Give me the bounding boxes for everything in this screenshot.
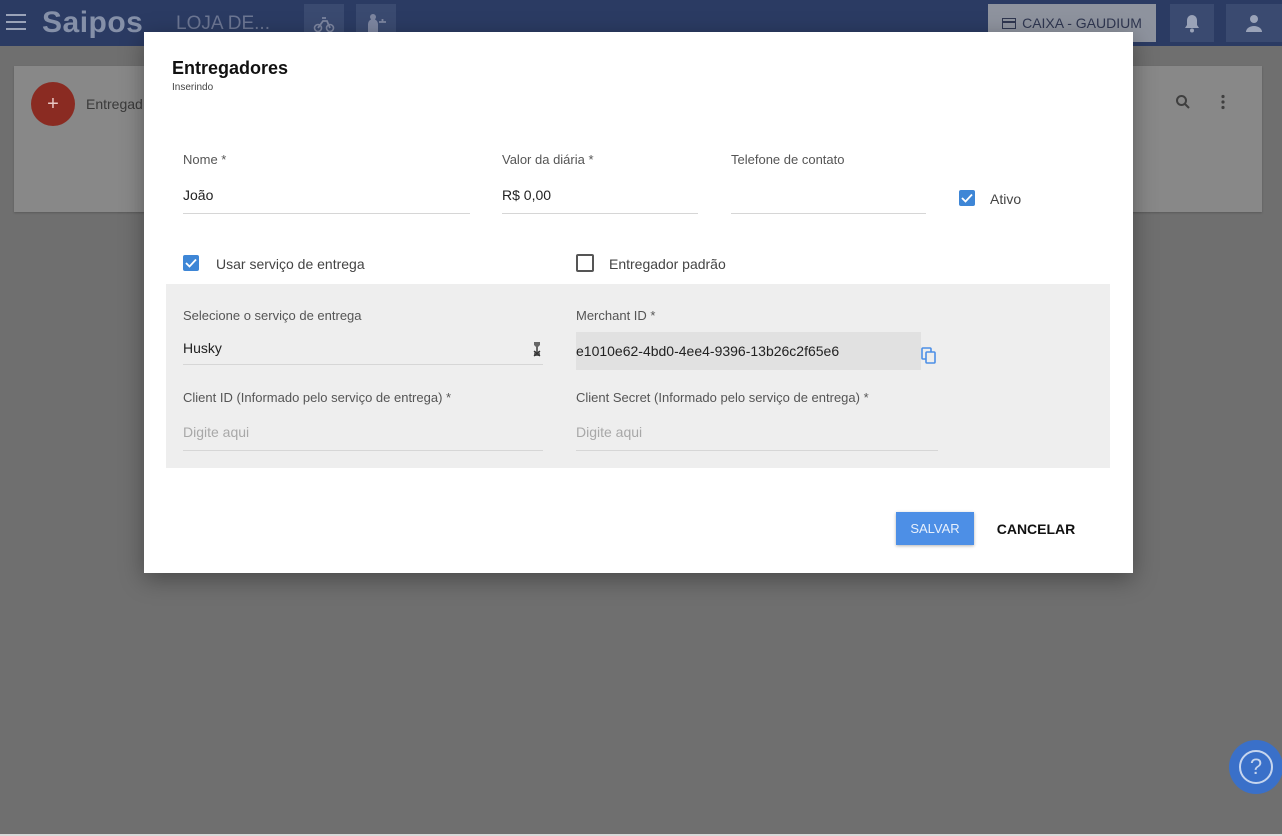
service-select-label: Selecione o serviço de entrega xyxy=(183,308,362,323)
client-id-label: Client ID (Informado pelo serviço de ent… xyxy=(183,390,452,405)
use-delivery-service-label: Usar serviço de entrega xyxy=(216,256,365,272)
phone-input[interactable] xyxy=(731,187,926,207)
dialog-subtitle: Inserindo xyxy=(172,82,214,93)
dialog-title: Entregadores xyxy=(172,58,289,78)
phone-label: Telefone de contato xyxy=(731,152,845,167)
search-icon[interactable] xyxy=(1175,94,1191,115)
daily-rate-underline xyxy=(502,213,698,214)
more-options-icon[interactable] xyxy=(1220,94,1226,115)
help-icon: ? xyxy=(1239,750,1273,784)
default-deliverer-label: Entregador padrão xyxy=(609,256,726,272)
cash-register-icon xyxy=(1002,17,1017,29)
name-input[interactable]: João xyxy=(183,187,213,203)
app-logo[interactable]: Saipos xyxy=(42,6,143,40)
merchant-id-label: Merchant ID * xyxy=(576,308,656,323)
phone-underline xyxy=(731,213,926,214)
active-checkbox[interactable] xyxy=(959,190,975,206)
client-id-input[interactable]: Digite aqui xyxy=(183,424,249,440)
save-button[interactable]: SALVAR xyxy=(896,512,974,545)
daily-rate-label: Valor da diária * xyxy=(502,152,594,167)
merchant-id-value: e1010e62-4bd0-4ee4-9396-13b26c2f65e6 xyxy=(576,343,840,359)
name-input-underline xyxy=(183,213,470,214)
user-icon[interactable] xyxy=(1226,4,1282,42)
cash-register-label: CAIXA - GAUDIUM xyxy=(1022,15,1142,31)
client-id-underline xyxy=(183,450,543,451)
list-title: Entregad xyxy=(86,96,143,112)
service-select[interactable]: Husky xyxy=(183,340,222,356)
cancel-button[interactable]: CANCELAR xyxy=(988,512,1084,545)
active-label: Ativo xyxy=(990,191,1022,207)
deliverer-dialog: Entregadores Inserindo Nome * João Valor… xyxy=(144,32,1133,573)
add-deliverer-button[interactable]: + xyxy=(31,82,75,126)
use-delivery-service-checkbox[interactable] xyxy=(183,255,199,271)
copy-icon[interactable] xyxy=(921,347,937,370)
check-icon xyxy=(961,193,973,203)
client-secret-input[interactable]: Digite aqui xyxy=(576,424,642,440)
delivery-service-section: Selecione o serviço de entrega Husky Mer… xyxy=(166,284,1110,468)
menu-icon[interactable] xyxy=(6,14,26,32)
daily-rate-input[interactable]: R$ 0,00 xyxy=(502,187,551,203)
notifications-bell-icon[interactable] xyxy=(1170,4,1214,42)
help-button[interactable]: ? xyxy=(1229,740,1282,794)
check-icon xyxy=(185,258,197,268)
service-select-underline xyxy=(183,364,543,365)
name-label: Nome * xyxy=(183,152,227,167)
client-secret-underline xyxy=(576,450,938,451)
clear-selection-icon[interactable] xyxy=(532,341,542,362)
client-secret-label: Client Secret (Informado pelo serviço de… xyxy=(576,390,869,405)
default-deliverer-checkbox[interactable] xyxy=(576,254,594,272)
